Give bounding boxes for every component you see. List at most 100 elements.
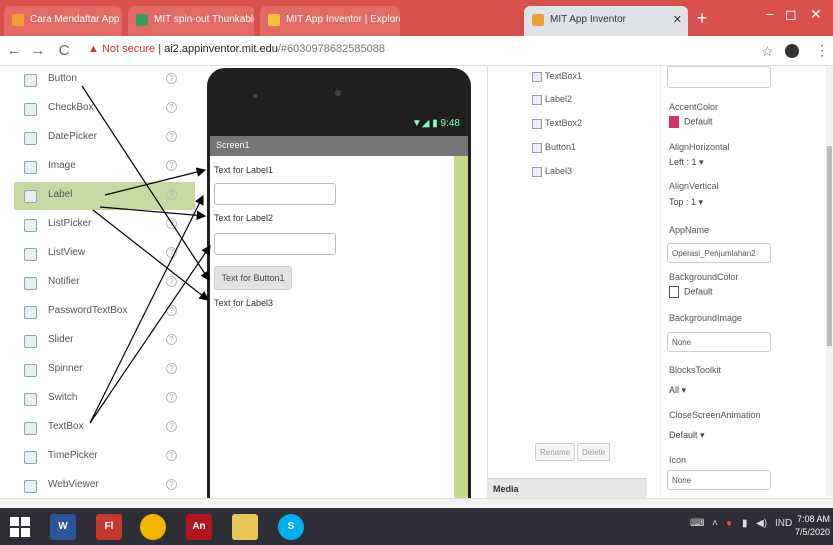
word-icon[interactable]: W xyxy=(50,514,76,540)
windows-start-icon[interactable] xyxy=(10,517,30,537)
help-icon[interactable]: ? xyxy=(166,131,177,142)
palette-item-listview[interactable]: ListView? xyxy=(14,240,195,268)
help-icon[interactable]: ? xyxy=(166,160,177,171)
palette-item-label: Slider xyxy=(48,334,74,345)
blocks-toolkit-select[interactable]: All ▾ xyxy=(669,385,686,396)
listview-icon xyxy=(24,248,37,261)
components-panel xyxy=(487,66,647,496)
page-scrollbar[interactable] xyxy=(826,66,833,496)
keyboard-icon[interactable]: ⌨ xyxy=(690,518,704,529)
new-tab-button[interactable]: + xyxy=(693,8,711,29)
skype-icon[interactable]: S xyxy=(278,514,304,540)
network-icon[interactable]: ▮ xyxy=(742,518,748,529)
system-clock[interactable]: 7:08 AM 7/5/2020 xyxy=(795,513,830,539)
palette-item-listpicker[interactable]: ListPicker? xyxy=(14,211,195,239)
close-screen-animation-select[interactable]: Default ▾ xyxy=(669,430,705,441)
file-explorer-icon[interactable] xyxy=(232,514,258,540)
horizontal-scrollbar[interactable] xyxy=(0,498,833,508)
screen-title-bar[interactable]: Screen1 xyxy=(210,136,468,156)
help-icon[interactable]: ? xyxy=(166,276,177,287)
button-icon xyxy=(532,142,542,153)
component-item-label3[interactable]: Label3 xyxy=(532,166,572,177)
clock-icon xyxy=(24,451,37,464)
palette-item-webviewer[interactable]: WebViewer? xyxy=(14,472,195,500)
help-icon[interactable]: ? xyxy=(166,102,177,113)
palette-item-image[interactable]: Image? xyxy=(14,153,195,181)
not-secure-badge[interactable]: ▲ Not secure xyxy=(88,43,155,55)
palette-item-label: Button xyxy=(48,73,77,84)
reload-button[interactable]: C xyxy=(56,42,72,59)
help-icon[interactable]: ? xyxy=(166,334,177,345)
align-vertical-label: AlignVertical xyxy=(669,181,719,191)
antivirus-icon[interactable]: ● xyxy=(726,518,732,529)
volume-icon[interactable]: ◀) xyxy=(756,518,767,529)
fl-studio-icon[interactable]: Fl xyxy=(96,514,122,540)
tab-thunkable[interactable]: MIT spin-out Thunkable hop xyxy=(128,6,254,36)
viewer-textbox1[interactable] xyxy=(214,183,336,205)
palette-item-spinner[interactable]: Spinner? xyxy=(14,356,195,384)
bookmark-star-icon[interactable]: ☆ xyxy=(761,43,774,60)
media-section[interactable]: Media xyxy=(487,478,647,498)
palette-item-timepicker[interactable]: TimePicker? xyxy=(14,443,195,471)
back-button[interactable]: ← xyxy=(6,42,22,59)
viewer-button1[interactable]: Text for Button1 xyxy=(214,266,292,290)
favicon-icon xyxy=(532,14,544,26)
palette-item-datepicker[interactable]: DatePicker? xyxy=(14,124,195,152)
palette-item-label: CheckBox xyxy=(48,102,94,113)
help-icon[interactable]: ? xyxy=(166,247,177,258)
tray-chevron-icon[interactable]: ˄ xyxy=(712,518,718,529)
palette-item-notifier[interactable]: Notifier? xyxy=(14,269,195,297)
palette-item-passwordtextbox[interactable]: PasswordTextBox? xyxy=(14,298,195,326)
animate-icon[interactable]: An xyxy=(186,514,212,540)
profile-avatar[interactable] xyxy=(785,44,799,58)
accent-color-value[interactable]: Default xyxy=(669,116,713,128)
help-icon[interactable]: ? xyxy=(166,363,177,374)
viewer-label3[interactable]: Text for Label3 xyxy=(214,298,273,308)
palette-item-label-selected[interactable]: Label? xyxy=(14,182,195,210)
component-item-textbox2[interactable]: TextBox2 xyxy=(532,118,582,129)
tab-cara-mendaftar[interactable]: Cara Mendaftar App Inventor xyxy=(4,6,122,36)
background-color-value[interactable]: Default xyxy=(669,286,713,298)
maximize-button[interactable]: ◻ xyxy=(785,6,797,23)
url-field[interactable]: ▲ Not secure | ai2.appinventor.mit.edu/#… xyxy=(88,43,385,55)
help-icon[interactable]: ? xyxy=(166,305,177,316)
delete-button[interactable]: Delete xyxy=(577,443,611,461)
close-tab-icon[interactable]: ✕ xyxy=(673,13,682,26)
close-window-button[interactable]: ✕ xyxy=(810,6,822,23)
palette-item-slider[interactable]: Slider? xyxy=(14,327,195,355)
palette-item-switch[interactable]: Switch? xyxy=(14,385,195,413)
tab-mit-app-inventor[interactable]: MIT App Inventor ✕ xyxy=(524,6,688,36)
icon-input[interactable]: None xyxy=(667,470,771,490)
rename-button[interactable]: Rename xyxy=(535,443,576,461)
forward-button[interactable]: → xyxy=(30,42,46,59)
help-icon[interactable]: ? xyxy=(166,218,177,229)
minimize-button[interactable]: − xyxy=(766,6,774,22)
chrome-icon[interactable] xyxy=(140,514,166,540)
viewer-textbox2[interactable] xyxy=(214,233,336,255)
viewer-label2[interactable]: Text for Label2 xyxy=(214,213,273,223)
help-icon[interactable]: ? xyxy=(166,479,177,490)
component-item-textbox1[interactable]: TextBox1 xyxy=(532,71,582,82)
palette-item-button[interactable]: Button? xyxy=(14,66,195,94)
palette-item-textbox[interactable]: TextBox? xyxy=(14,414,195,442)
property-textarea[interactable] xyxy=(667,66,771,88)
component-item-label2[interactable]: Label2 xyxy=(532,94,572,105)
help-icon[interactable]: ? xyxy=(166,73,177,84)
align-vertical-select[interactable]: Top : 1 ▾ xyxy=(669,197,703,208)
language-indicator[interactable]: IND xyxy=(775,518,792,529)
viewer-scrollbar[interactable] xyxy=(454,156,468,498)
browser-menu-icon[interactable]: ⋮ xyxy=(815,42,829,59)
app-name-input[interactable]: Operasi_Penjumlahan2 xyxy=(667,243,771,263)
tab-explore-mit[interactable]: MIT App Inventor | Explore M xyxy=(260,6,400,36)
help-icon[interactable]: ? xyxy=(166,189,177,200)
scrollbar-thumb[interactable] xyxy=(827,146,832,346)
component-item-button1[interactable]: Button1 xyxy=(532,142,576,153)
screen-canvas[interactable] xyxy=(210,156,454,498)
align-horizontal-select[interactable]: Left : 1 ▾ xyxy=(669,157,704,168)
background-image-input[interactable]: None xyxy=(667,332,771,352)
help-icon[interactable]: ? xyxy=(166,450,177,461)
viewer-label1[interactable]: Text for Label1 xyxy=(214,165,273,175)
help-icon[interactable]: ? xyxy=(166,392,177,403)
palette-item-checkbox[interactable]: CheckBox? xyxy=(14,95,195,123)
help-icon[interactable]: ? xyxy=(166,421,177,432)
